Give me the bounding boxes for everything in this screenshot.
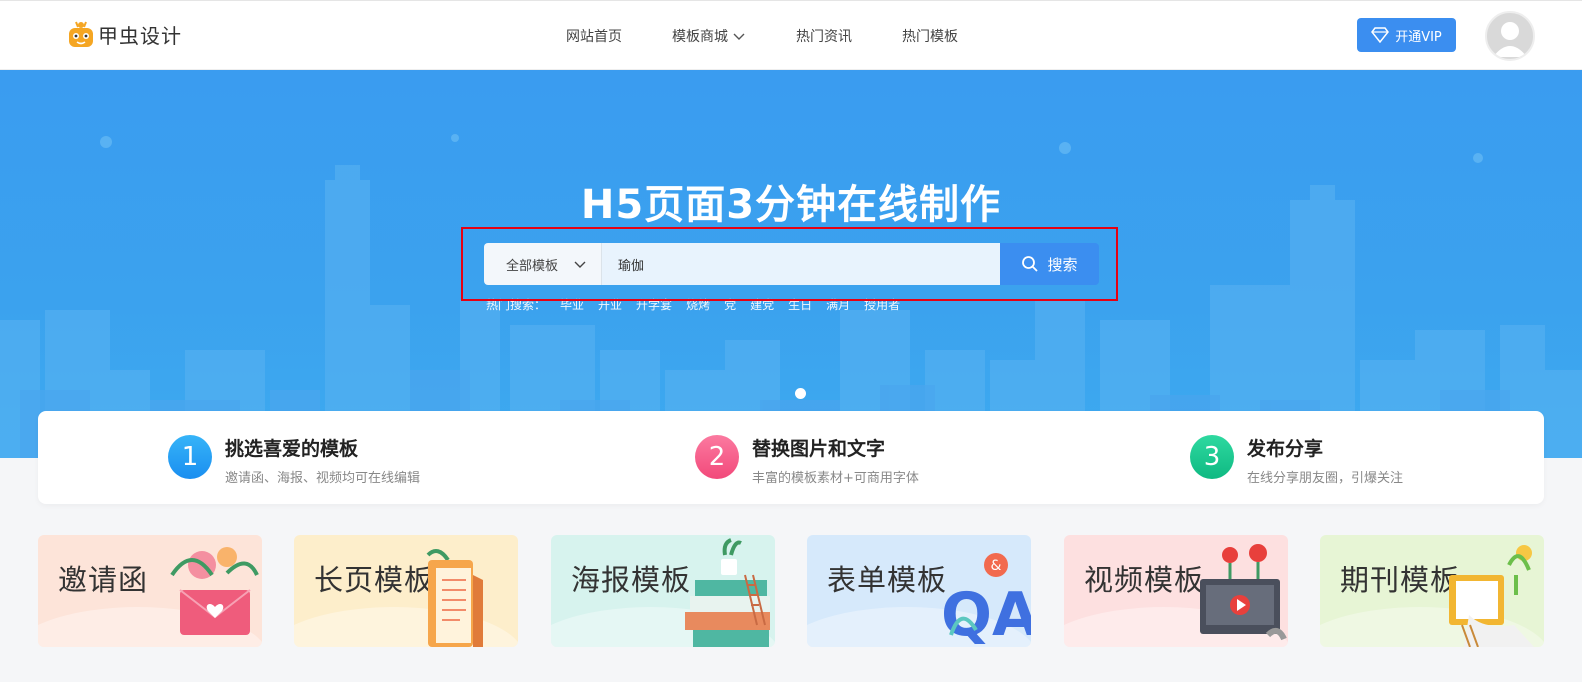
user-avatar[interactable] — [1485, 11, 1535, 61]
hero-banner: H5页面3分钟在线制作 热门搜索： 毕业 开业 升学宴 烧烤 党 建党 生日 满… — [0, 70, 1582, 458]
nav-item-hot-templates[interactable]: 热门模板 — [902, 26, 958, 46]
step-item: 3 发布分享 在线分享朋友圈，引爆关注 — [1190, 435, 1403, 486]
step-title: 发布分享 — [1247, 438, 1324, 460]
open-vip-button[interactable]: 开通VIP — [1357, 18, 1456, 52]
category-card-video[interactable]: 视频模板 — [1064, 535, 1288, 647]
step-number-badge: 2 — [695, 435, 739, 479]
step-item: 1 挑选喜爱的模板 邀请函、海报、视频均可在线编辑 — [168, 435, 420, 486]
nav-item-home[interactable]: 网站首页 — [566, 26, 622, 46]
step-desc: 丰富的模板素材+可商用字体 — [752, 471, 919, 486]
svg-text:QA: QA — [941, 580, 1031, 647]
logo-text: 甲虫设计 — [98, 23, 182, 48]
scroll-icon — [426, 549, 483, 647]
chevron-down-icon — [732, 29, 746, 43]
nav-item-label: 热门资讯 — [796, 29, 852, 45]
search-highlight-box — [461, 227, 1118, 301]
nav-item-hot-news[interactable]: 热门资讯 — [796, 26, 852, 46]
nav-item-template-store[interactable]: 模板商城 — [672, 26, 746, 46]
step-item: 2 替换图片和文字 丰富的模板素材+可商用字体 — [695, 435, 919, 486]
step-desc: 邀请函、海报、视频均可在线编辑 — [225, 471, 421, 486]
magazine-icon — [1449, 545, 1534, 647]
category-card-long-page[interactable]: 长页模板 — [294, 535, 518, 647]
books-icon — [685, 538, 770, 647]
steps-panel: 1 挑选喜爱的模板 邀请函、海报、视频均可在线编辑 2 替换图片和文字 丰富的模… — [38, 411, 1544, 504]
nav-item-label: 热门模板 — [902, 29, 958, 45]
nav-item-label: 网站首页 — [566, 29, 622, 45]
category-card-magazine[interactable]: 期刊模板 — [1320, 535, 1544, 647]
qa-icon: & QA — [941, 553, 1031, 647]
step-title: 挑选喜爱的模板 — [225, 438, 359, 460]
category-card-invitation[interactable]: 邀请函 — [38, 535, 262, 647]
category-card-form[interactable]: 表单模板 & QA — [807, 535, 1031, 647]
hero-title: H5页面3分钟在线制作 — [580, 182, 1002, 228]
step-desc: 在线分享朋友圈，引爆关注 — [1247, 471, 1404, 486]
step-number-badge: 3 — [1190, 435, 1234, 479]
diamond-icon — [1371, 27, 1390, 43]
nav-item-label: 模板商城 — [672, 29, 728, 45]
main-nav: 网站首页 模板商城 热门资讯 热门模板 — [566, 1, 1008, 71]
template-categories: 邀请函 长页模板 海报模板 表单模板 & QA 视频模板 期刊模板 — [38, 535, 1544, 647]
user-icon — [1493, 22, 1527, 57]
step-title: 替换图片和文字 — [752, 438, 886, 460]
carousel-dot[interactable] — [795, 388, 806, 399]
vip-label: 开通VIP — [1395, 29, 1442, 45]
site-logo[interactable]: 甲虫设计 — [66, 19, 182, 49]
svg-text:&: & — [991, 558, 1002, 574]
envelope-icon — [170, 547, 259, 635]
step-number-badge: 1 — [168, 435, 212, 479]
top-header: 甲虫设计 网站首页 模板商城 热门资讯 热门模板 开通VIP — [0, 0, 1582, 70]
beetle-logo-icon — [66, 19, 96, 49]
video-icon — [1200, 544, 1287, 641]
category-card-poster[interactable]: 海报模板 — [551, 535, 775, 647]
